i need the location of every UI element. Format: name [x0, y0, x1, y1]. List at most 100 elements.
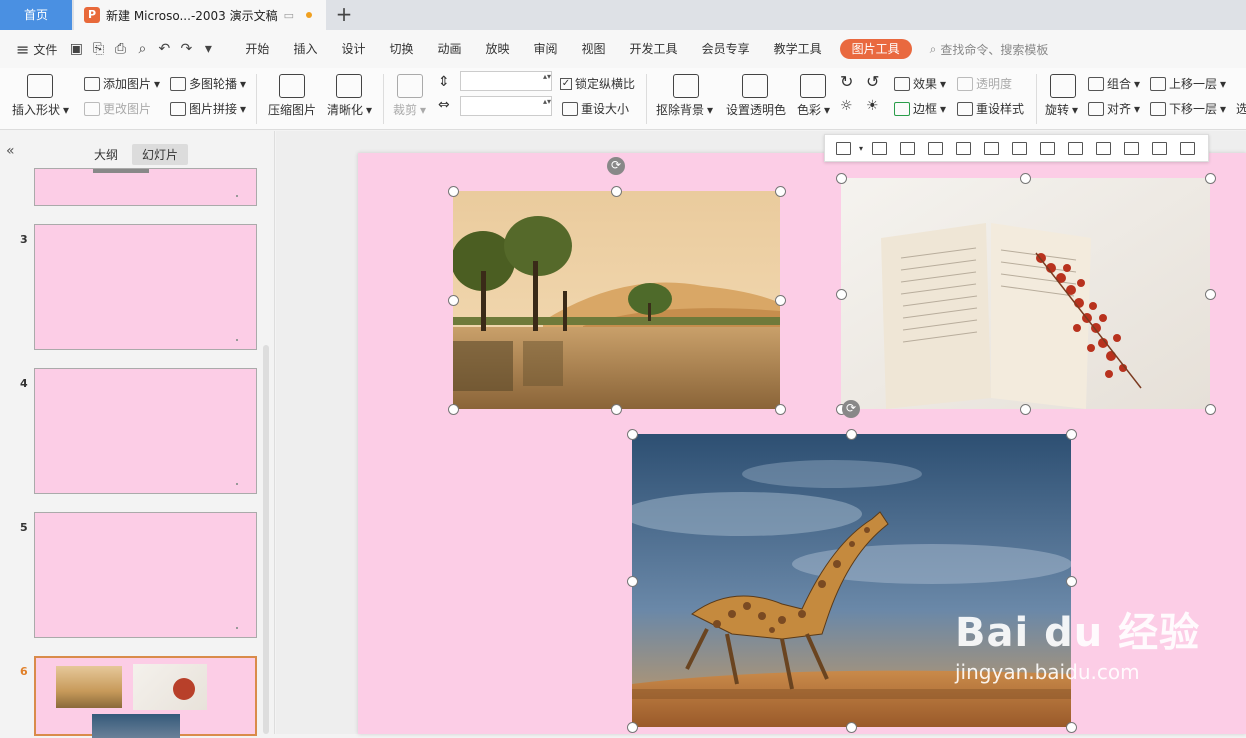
preview-icon[interactable]: ⌕: [131, 41, 153, 57]
more-options-icon[interactable]: [1175, 139, 1199, 157]
compress-picture-button[interactable]: 压缩图片: [268, 101, 316, 118]
tab-document[interactable]: P 新建 Microso...-2003 演示文稿 ▭: [74, 0, 326, 30]
chevron-down-icon[interactable]: ▾: [859, 144, 863, 153]
bring-forward-button[interactable]: 上移一层 ▾: [1150, 75, 1226, 92]
resize-handle[interactable]: [448, 295, 459, 306]
align-center-icon[interactable]: [895, 139, 919, 157]
set-transparent-color-button[interactable]: 设置透明色: [726, 101, 786, 118]
resize-handle[interactable]: [846, 429, 857, 440]
lock-ratio-checkbox[interactable]: ✓ 锁定纵横比: [560, 75, 635, 92]
resize-handle[interactable]: [846, 722, 857, 733]
resize-handle[interactable]: [836, 173, 847, 184]
resize-handle[interactable]: [611, 186, 622, 197]
resize-handle[interactable]: [611, 404, 622, 415]
file-menu[interactable]: ≡ 文件: [8, 40, 65, 59]
tab-outline[interactable]: 大纲: [84, 144, 128, 165]
insert-shape-button[interactable]: 插入形状 ▾: [12, 101, 69, 118]
border-button[interactable]: 边框 ▾: [894, 100, 946, 117]
resize-handle[interactable]: [1205, 289, 1216, 300]
tab-member[interactable]: 会员专享: [690, 30, 762, 68]
resize-handle[interactable]: [627, 576, 638, 587]
picture-join-button[interactable]: 图片拼接 ▾: [170, 100, 246, 117]
group-button[interactable]: 组合 ▾: [1088, 75, 1140, 92]
desert-oasis-picture[interactable]: [453, 191, 780, 409]
equal-spacing-icon[interactable]: [1091, 139, 1115, 157]
reset-size-button[interactable]: 重设大小: [562, 100, 629, 117]
tab-animation[interactable]: 动画: [425, 30, 473, 68]
tab-design[interactable]: 设计: [329, 30, 377, 68]
tab-home[interactable]: 首页: [0, 0, 72, 30]
brightness-up-icon[interactable]: ☼: [840, 98, 853, 114]
resize-handle[interactable]: [448, 404, 459, 415]
resize-handle[interactable]: [1020, 404, 1031, 415]
panel-scrollbar[interactable]: [263, 345, 269, 734]
resize-handle[interactable]: [1066, 429, 1077, 440]
slide-thumbnail[interactable]: [34, 224, 257, 350]
remove-background-button[interactable]: 抠除背景 ▾: [656, 101, 713, 118]
resize-handle[interactable]: [775, 404, 786, 415]
color-icon[interactable]: [800, 74, 826, 98]
redo-icon[interactable]: ↷: [175, 41, 197, 57]
tab-slides[interactable]: 幻灯片: [132, 144, 189, 165]
shape-icon[interactable]: [27, 74, 53, 98]
compress-icon[interactable]: [279, 74, 305, 98]
height-input[interactable]: [460, 71, 552, 91]
resize-handle[interactable]: [627, 429, 638, 440]
tab-start[interactable]: 开始: [233, 30, 281, 68]
distribute-horizontal-icon[interactable]: [1035, 139, 1059, 157]
resize-handle[interactable]: [775, 295, 786, 306]
slide-thumbnail[interactable]: [34, 368, 257, 494]
group-icon[interactable]: [1119, 139, 1143, 157]
remove-background-icon[interactable]: [673, 74, 699, 98]
resize-handle[interactable]: [1205, 404, 1216, 415]
layout-options-icon[interactable]: [831, 139, 855, 157]
tab-slideshow[interactable]: 放映: [474, 30, 522, 68]
width-input[interactable]: [460, 96, 552, 116]
rotate-handle-icon[interactable]: ⟳: [842, 400, 860, 418]
undo-icon[interactable]: ↶: [153, 41, 175, 57]
slide-thumbnail[interactable]: [34, 512, 257, 638]
export-icon[interactable]: ⎘: [87, 41, 109, 57]
resize-handle[interactable]: [448, 186, 459, 197]
resize-handle[interactable]: [627, 722, 638, 733]
tab-view[interactable]: 视图: [570, 30, 618, 68]
reset-style-button[interactable]: 重设样式: [957, 100, 1024, 117]
crop-tool-icon[interactable]: [1147, 139, 1171, 157]
tab-teaching[interactable]: 教学工具: [762, 30, 834, 68]
rotate-handle-icon[interactable]: ⟳: [607, 157, 625, 175]
slide-thumbnail[interactable]: [34, 168, 257, 206]
brightness-down-icon[interactable]: ☀: [866, 98, 879, 114]
align-middle-icon[interactable]: [979, 139, 1003, 157]
rotate-right-icon[interactable]: ↺: [866, 72, 879, 91]
tab-transition[interactable]: 切换: [377, 30, 425, 68]
resize-handle[interactable]: [1205, 173, 1216, 184]
color-button[interactable]: 色彩 ▾: [797, 101, 830, 118]
align-bottom-icon[interactable]: [1007, 139, 1031, 157]
slide-thumbnail-active[interactable]: [34, 656, 257, 738]
resize-handle[interactable]: [1020, 173, 1031, 184]
multi-carousel-button[interactable]: 多图轮播 ▾: [170, 75, 246, 92]
rotate-button[interactable]: 旋转 ▾: [1045, 101, 1078, 118]
resize-handle[interactable]: [775, 186, 786, 197]
collapse-icon[interactable]: «: [6, 143, 15, 159]
resize-handle[interactable]: [1066, 576, 1077, 587]
align-top-icon[interactable]: [951, 139, 975, 157]
align-left-icon[interactable]: [867, 139, 891, 157]
transparent-color-icon[interactable]: [742, 74, 768, 98]
save-icon[interactable]: ▣: [65, 41, 87, 57]
send-backward-button[interactable]: 下移一层 ▾: [1150, 100, 1226, 117]
sharpen-button[interactable]: 清晰化 ▾: [327, 101, 372, 118]
rotate-icon[interactable]: [1050, 74, 1076, 98]
book-berries-picture[interactable]: [841, 178, 1210, 409]
align-right-icon[interactable]: [923, 139, 947, 157]
tab-insert[interactable]: 插入: [281, 30, 329, 68]
resize-handle[interactable]: [1066, 722, 1077, 733]
tab-review[interactable]: 审阅: [522, 30, 570, 68]
command-search[interactable]: ⌕ 查找命令、搜索模板: [930, 41, 1049, 58]
distribute-vertical-icon[interactable]: [1063, 139, 1087, 157]
print-icon[interactable]: ⎙: [109, 41, 131, 57]
align-button[interactable]: 对齐 ▾: [1088, 100, 1140, 117]
tab-picture-tools[interactable]: 图片工具: [839, 39, 912, 59]
sharpen-icon[interactable]: [336, 74, 362, 98]
chevron-down-icon[interactable]: ▾: [197, 41, 219, 57]
